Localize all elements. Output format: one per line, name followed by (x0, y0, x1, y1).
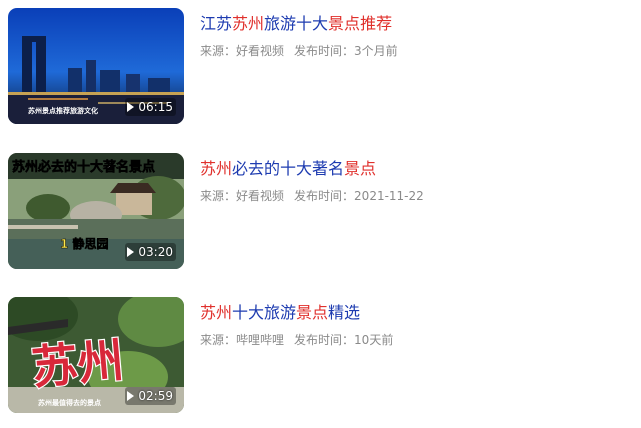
video-meta: 来源：好看视频 发布时间：3个月前 (200, 42, 398, 60)
title-highlight: 苏州 (232, 14, 265, 33)
source-label: 来源： (200, 333, 237, 347)
publish-time: 3个月前 (354, 44, 398, 58)
video-result-item: 苏州景点推荐旅游文化 06:15 江苏苏州旅游十大景点推荐 来源：好看视频 发布时… (8, 8, 628, 126)
video-title[interactable]: 江苏苏州旅游十大景点推荐 (200, 13, 392, 35)
title-highlight: 苏州 (200, 303, 233, 322)
video-result-list: 苏州景点推荐旅游文化 06:15 江苏苏州旅游十大景点推荐 来源：好看视频 发布时… (0, 0, 641, 428)
play-icon (127, 247, 135, 257)
title-highlight: 苏州 (200, 159, 233, 178)
title-part: 必去的十大著名 (232, 159, 345, 178)
duration-badge: 02:59 (125, 387, 176, 405)
thumb-subcaption: 1 静思园 (60, 236, 109, 251)
duration-text: 03:20 (138, 245, 173, 259)
video-meta: 来源：好看视频 发布时间：2021-11-22 (200, 187, 424, 205)
title-part: 江苏 (200, 14, 233, 33)
video-meta: 来源：哔哩哔哩 发布时间：10天前 (200, 331, 393, 349)
duration-text: 06:15 (138, 100, 173, 114)
source-name: 哔哩哔哩 (236, 333, 285, 347)
title-part: 旅游十大 (264, 14, 329, 33)
video-title[interactable]: 苏州十大旅游景点精选 (200, 302, 360, 324)
video-thumbnail[interactable]: 苏州必去的十大著名景点 1 静思园 03:20 (8, 153, 184, 269)
source-label: 来源： (200, 44, 237, 58)
duration-text: 02:59 (138, 389, 173, 403)
thumb-caption: 苏州景点推荐旅游文化 (28, 106, 98, 115)
thumb-subcaption: 苏州最值得去的景点 (38, 398, 101, 407)
time-label: 发布时间： (294, 189, 355, 203)
source-label: 来源： (200, 189, 237, 203)
title-highlight: 景点 (296, 303, 329, 322)
title-part: 十大旅游 (232, 303, 297, 322)
video-thumbnail[interactable]: 苏州 苏州最值得去的景点 02:59 (8, 297, 184, 413)
time-label: 发布时间： (294, 333, 355, 347)
thumb-caption: 苏州必去的十大著名景点 (12, 159, 155, 175)
duration-badge: 03:20 (125, 243, 176, 261)
video-title[interactable]: 苏州必去的十大著名景点 (200, 158, 376, 180)
video-result-item: 苏州必去的十大著名景点 1 静思园 03:20 苏州必去的十大著名景点 来源：好… (8, 153, 628, 271)
video-thumbnail[interactable]: 苏州景点推荐旅游文化 06:15 (8, 8, 184, 124)
play-icon (127, 391, 135, 401)
thumb-caption: 苏州 (30, 333, 126, 395)
time-label: 发布时间： (294, 44, 355, 58)
play-icon (127, 102, 135, 112)
title-highlight: 景点 (328, 14, 361, 33)
source-name: 好看视频 (236, 189, 285, 203)
duration-badge: 06:15 (125, 98, 176, 116)
title-highlight: 推荐 (360, 14, 393, 33)
publish-time: 2021-11-22 (354, 189, 424, 203)
title-highlight: 景点 (344, 159, 377, 178)
video-result-item: 苏州 苏州最值得去的景点 02:59 苏州十大旅游景点精选 来源：哔哩哔哩 发布时… (8, 297, 628, 415)
source-name: 好看视频 (236, 44, 285, 58)
publish-time: 10天前 (354, 333, 394, 347)
title-part: 精选 (328, 303, 361, 322)
